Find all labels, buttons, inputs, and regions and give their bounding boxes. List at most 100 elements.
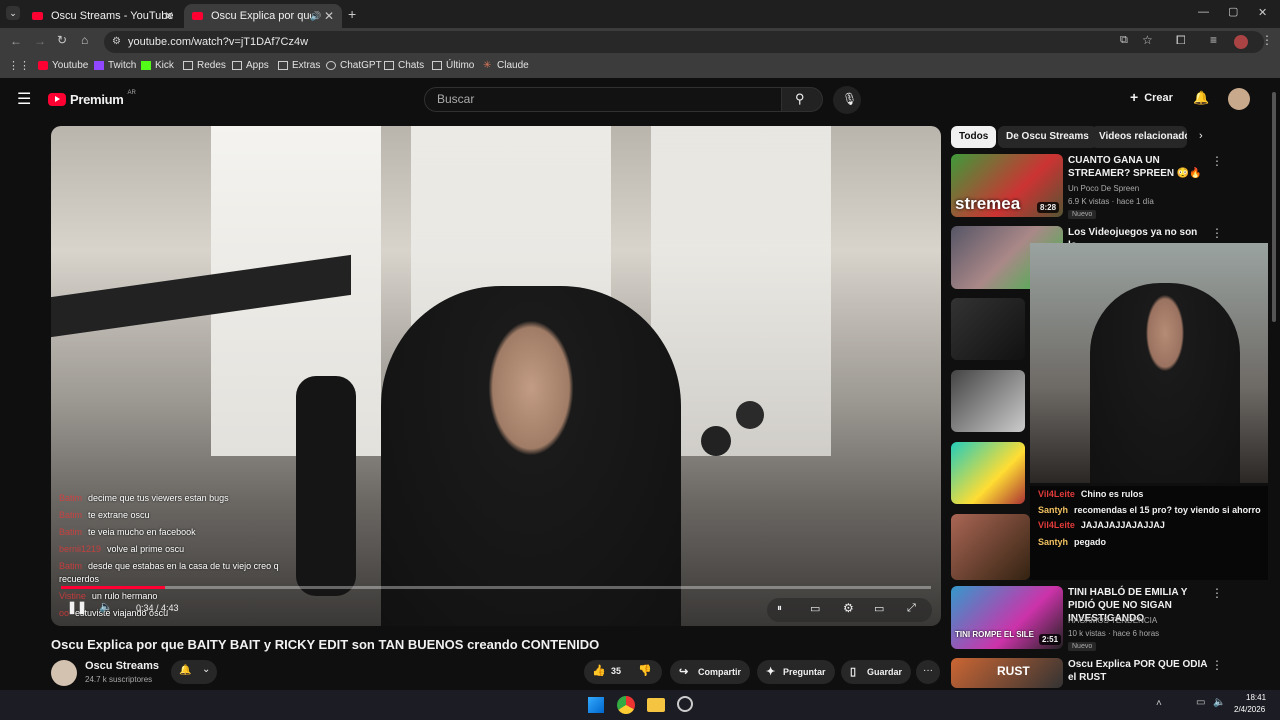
account-avatar[interactable] — [1228, 88, 1250, 110]
menu-icon[interactable]: ⋮ — [1261, 33, 1273, 47]
forward-icon[interactable]: → — [34, 34, 46, 48]
reading-list-icon[interactable]: ≡ — [1210, 33, 1217, 47]
close-icon[interactable]: ✕ — [324, 9, 334, 23]
close-window-button[interactable]: ✕ — [1258, 6, 1267, 19]
chevron-down-icon: ⌄ — [202, 664, 211, 675]
reload-icon[interactable]: ↻ — [57, 33, 67, 47]
file-explorer-icon[interactable] — [647, 698, 665, 712]
progress-bar-fill — [61, 586, 166, 589]
fullscreen-icon[interactable]: ⤢ — [907, 602, 916, 615]
bookmark-ultimo[interactable]: Último — [432, 60, 474, 71]
settings-gear-icon[interactable]: ⚙ — [843, 601, 854, 615]
like-count: 35 — [611, 666, 622, 676]
bookmark-chatgpt[interactable]: ChatGPT — [326, 60, 382, 71]
new-badge: Nuevo — [1068, 210, 1097, 219]
app-icon[interactable] — [677, 696, 693, 712]
site-info-icon[interactable]: ⚙ — [112, 31, 121, 53]
search-input[interactable]: Buscar — [424, 87, 782, 112]
chevron-right-icon[interactable]: › — [1199, 130, 1203, 142]
chrome-icon[interactable] — [617, 696, 635, 714]
minimize-button[interactable]: — — [1198, 6, 1209, 18]
notifications-bell-icon[interactable]: 🔔 — [1193, 90, 1209, 106]
search-button[interactable]: ⚲ — [781, 87, 823, 112]
home-icon[interactable]: ⌂ — [81, 33, 88, 47]
like-dislike-group: 👍 35 👎 — [584, 660, 662, 684]
close-icon[interactable]: ✕ — [164, 9, 174, 23]
youtube-page: ☰ Premium AR Buscar ⚲ 🎙 + Crear 🔔 Batim d… — [0, 80, 1280, 690]
menu-hamburger-icon[interactable]: ☰ — [17, 89, 31, 109]
chat-line: Batim decime que tus viewers estan bugs — [59, 493, 229, 503]
speaker-icon[interactable]: 🔊 — [310, 11, 321, 22]
bookmark-redes[interactable]: Redes — [183, 60, 226, 71]
tab-list-button[interactable]: ⌄ — [6, 6, 20, 20]
related-video-title: CUANTO GANA UN STREAMER? SPREEN 😳🔥 — [1068, 155, 1202, 179]
volume-icon[interactable]: 🔈 — [99, 600, 113, 613]
progress-bar[interactable] — [61, 586, 931, 589]
video-thumbnail[interactable]: RUST — [951, 658, 1063, 688]
new-tab-button[interactable]: + — [348, 6, 356, 22]
dumbbell — [736, 401, 764, 429]
channel-name[interactable]: Oscu Streams — [85, 660, 159, 672]
related-video[interactable]: TINI ROMPE EL SILE 2:51 TINI HABLÓ DE EM… — [950, 586, 1268, 652]
chip-videos-relacionados[interactable]: Videos relacionados — [1091, 126, 1187, 148]
search-icon: ⚲ — [795, 91, 805, 106]
like-button[interactable]: 👍 — [592, 664, 606, 677]
video-thumbnail[interactable]: TINI ROMPE EL SILE 2:51 — [951, 586, 1063, 649]
video-thumbnail[interactable] — [951, 514, 1030, 580]
related-video-stats: 6.9 K vistas · hace 1 día — [1068, 197, 1154, 206]
create-button[interactable]: + Crear — [1130, 90, 1173, 104]
pause-button[interactable]: ❚❚ — [67, 600, 87, 614]
youtube-icon — [38, 61, 48, 70]
clock-date: 2/4/2026 — [1234, 705, 1266, 714]
more-options-icon[interactable]: ⋮ — [1211, 586, 1223, 600]
subscribed-bell-button[interactable]: 🔔 ⌄ — [171, 660, 217, 684]
more-options-icon[interactable]: ⋮ — [1211, 658, 1223, 672]
bookmark-kick[interactable]: Kick — [141, 60, 174, 71]
more-actions-button[interactable]: ··· — [916, 660, 940, 684]
maximize-button[interactable]: ▢ — [1228, 5, 1238, 18]
tab-oscu-streams[interactable]: Oscu Streams - YouTube ✕ — [24, 4, 182, 28]
video-thumbnail[interactable] — [951, 298, 1025, 360]
back-icon[interactable]: ← — [10, 34, 22, 48]
ask-button[interactable]: ✦ Preguntar — [757, 660, 835, 684]
network-icon[interactable]: ▭ — [1196, 697, 1205, 708]
share-button[interactable]: ↪ Compartir — [670, 660, 750, 684]
bookmark-chats[interactable]: Chats — [384, 60, 424, 71]
apps-grid-icon[interactable]: ⋮⋮ — [8, 59, 30, 72]
voice-search-button[interactable]: 🎙 — [833, 86, 861, 114]
youtube-logo[interactable]: Premium AR — [48, 90, 136, 107]
theater-mode-icon[interactable]: ▭ — [874, 602, 884, 615]
bookmark-twitch[interactable]: Twitch — [94, 60, 136, 71]
windows-start-icon[interactable] — [588, 697, 604, 713]
related-video[interactable]: RUST Oscu Explica POR QUE ODIA el RUST ⋮ — [950, 658, 1268, 688]
youtube-icon — [32, 12, 43, 20]
autoplay-toggle[interactable]: ⏸ — [777, 603, 782, 614]
more-options-icon[interactable]: ⋮ — [1211, 154, 1223, 168]
bookmark-claude[interactable]: ✳ Claude — [483, 60, 529, 71]
bookmark-youtube[interactable]: Youtube — [38, 60, 88, 71]
speaker-icon[interactable]: 🔈 — [1213, 697, 1225, 708]
video-thumbnail[interactable] — [951, 370, 1025, 432]
tray-chevron-icon[interactable]: ˄ — [1156, 698, 1162, 709]
video-thumbnail[interactable]: stremea 8:28 — [951, 154, 1063, 217]
subtitles-icon[interactable]: ▭ — [810, 602, 820, 615]
video-thumbnail[interactable] — [951, 442, 1025, 504]
chip-todos[interactable]: Todos — [951, 126, 997, 148]
save-button[interactable]: ▯ Guardar — [841, 660, 911, 684]
page-scrollbar[interactable] — [1272, 92, 1276, 322]
bookmark-apps[interactable]: Apps — [232, 60, 269, 71]
extensions-icon[interactable]: ⧠ — [1176, 33, 1186, 48]
chip-de-oscu-streams[interactable]: De Oscu Streams — [998, 126, 1097, 148]
url-input[interactable]: ⚙ youtube.com/watch?v=jT1DAf7Cz4w — [104, 31, 1264, 53]
bookmark-star-icon[interactable]: ☆ — [1142, 33, 1153, 47]
chat-line: Batim desde que estabas en la casa de tu … — [59, 561, 279, 584]
more-options-icon[interactable]: ⋮ — [1211, 226, 1223, 240]
tab-current-video[interactable]: Oscu Explica por que BAITY 🔊 ✕ — [184, 4, 342, 28]
profile-avatar[interactable] — [1234, 35, 1248, 49]
video-player[interactable]: Batim decime que tus viewers estan bugs B… — [51, 126, 941, 626]
dislike-button[interactable]: 👎 — [638, 664, 652, 677]
bookmark-extras[interactable]: Extras — [278, 60, 320, 71]
channel-avatar[interactable] — [51, 660, 77, 686]
cast-icon[interactable]: ⧉ — [1120, 34, 1128, 47]
related-video[interactable]: stremea 8:28 CUANTO GANA UN STREAMER? SP… — [950, 154, 1268, 220]
